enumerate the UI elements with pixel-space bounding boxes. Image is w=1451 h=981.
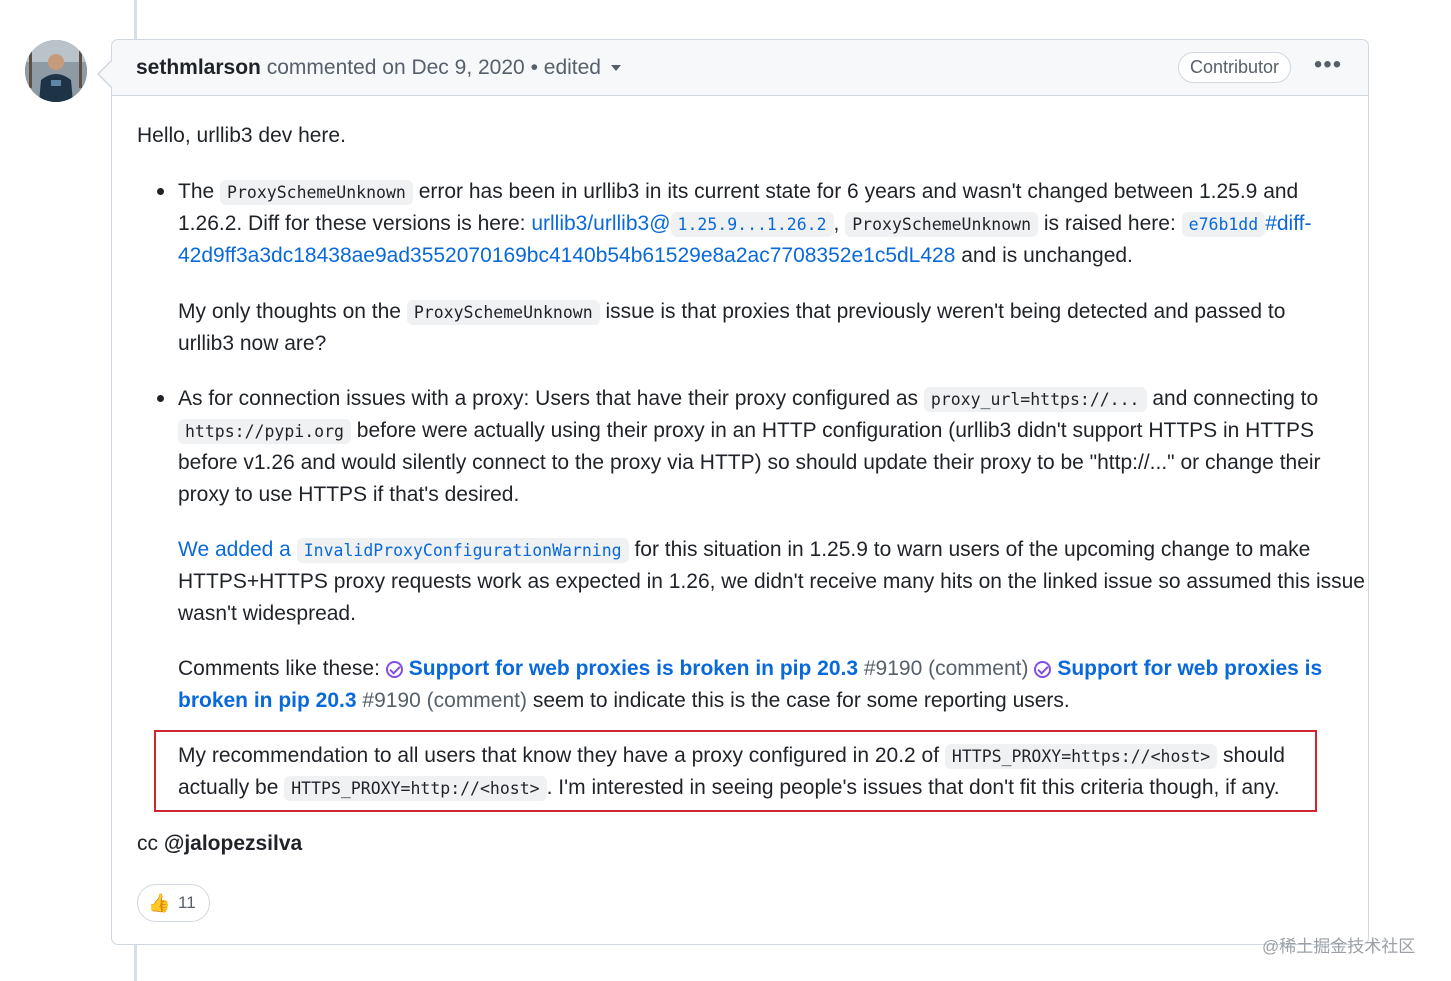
comment-header: sethmlarson commented on Dec 9, 2020 • e… [112, 40, 1368, 96]
text-span: error has been in urllib3 in its current… [418, 180, 1299, 203]
comment-meta: sethmlarson commented on Dec 9, 2020 • e… [136, 56, 621, 80]
compare-link-code[interactable]: 1.25.9...1.26.2 [670, 212, 834, 237]
user-mention[interactable]: @jalopezsilva [164, 832, 302, 855]
issue-comment-ref[interactable]: (comment) [928, 657, 1028, 680]
comment-action[interactable]: commented on Dec 9, 2020 [267, 56, 525, 79]
warning-link-code[interactable]: InvalidProxyConfigurationWarning [296, 538, 629, 563]
text-span: seem to indicate this is the case for so… [532, 689, 1070, 712]
recommendation-line2: actually be HTTPS_PROXY=http://<host>. I… [178, 772, 1280, 805]
text-span: . I'm interested in seeing people's issu… [546, 776, 1280, 799]
bullet2-para3-line2: broken in pip 20.3 #9190 (comment) seem … [178, 685, 1070, 717]
text-span: actually be [178, 776, 279, 799]
bullet2-line3: before v1.26 and would silently connect … [178, 451, 1321, 474]
inline-code: https://pypi.org [178, 419, 351, 444]
issue-link-continued[interactable]: broken in pip 20.3 [178, 689, 357, 712]
inline-code: HTTPS_PROXY=http://<host> [284, 776, 547, 801]
text-span: , [833, 212, 840, 235]
text-span: is raised here: [1043, 212, 1176, 235]
bullet1-para2-line1: My only thoughts on the ProxySchemeUnkno… [178, 296, 1285, 329]
bullet2-para2-line1: We added a InvalidProxyConfigurationWarn… [178, 534, 1310, 567]
bullet1-line2: 1.26.2. Diff for these versions is here:… [178, 208, 1312, 241]
edited-dropdown[interactable]: edited [544, 56, 601, 79]
contributor-badge: Contributor [1178, 52, 1292, 83]
text-span: 1.26.2. Diff for these versions is here: [178, 212, 526, 235]
commit-link[interactable]: e76b1dd [1181, 212, 1266, 237]
text-span: My recommendation to all users that know… [178, 744, 940, 767]
issue-comment-ref[interactable]: (comment) [427, 689, 527, 712]
bullet2-line2: https://pypi.org before were actually us… [178, 415, 1314, 448]
cc-line: cc @jalopezsilva [137, 828, 302, 860]
text-span: before were actually using their proxy i… [356, 419, 1315, 442]
separator-dot: • [530, 56, 538, 79]
inline-code: proxy_url=https://... [923, 387, 1147, 412]
recommendation-line1: My recommendation to all users that know… [178, 740, 1285, 773]
issue-link[interactable]: Support for web proxies is [1057, 657, 1322, 680]
bullet2-line1: As for connection issues with a proxy: U… [178, 383, 1318, 416]
diff-link-continued[interactable]: 42d9ff3a3dc18438ae9ad3552070169bc4140b54… [178, 244, 955, 267]
thumbs-up-reaction-button[interactable]: 👍 11 [137, 884, 210, 922]
text-span: Comments like these: [178, 657, 380, 680]
cc-label: cc [137, 832, 158, 855]
reaction-count: 11 [178, 893, 196, 912]
watermark-text: @稀土掘金技术社区 [1262, 937, 1416, 956]
avatar[interactable] [25, 40, 87, 102]
author-link[interactable]: sethmlarson [136, 56, 261, 79]
bullet1-para2-line2: urllib3 now are? [178, 332, 327, 355]
kebab-horizontal-icon[interactable]: ••• [1308, 52, 1348, 82]
greeting-text: Hello, urllib3 dev here. [137, 124, 346, 147]
text-span: My only thoughts on the [178, 300, 401, 323]
issue-closed-icon [385, 661, 403, 678]
bullet2-para2-line2: HTTPS+HTTPS proxy requests work as expec… [178, 570, 1365, 593]
text-span: and is unchanged. [961, 244, 1133, 267]
thumbs-up-icon: 👍 [148, 893, 171, 913]
bullet2-para2-line3: wasn't widespread. [178, 602, 356, 625]
diff-link[interactable]: #diff- [1265, 212, 1311, 235]
issue-link[interactable]: Support for web proxies is broken in pip… [409, 657, 858, 680]
bullet-marker [157, 188, 164, 195]
issue-number[interactable]: #9190 [864, 657, 922, 680]
compare-link[interactable]: urllib3/urllib3@ [531, 212, 670, 235]
inline-code: ProxySchemeUnknown [406, 300, 600, 325]
inline-code: ProxySchemeUnknown [220, 180, 413, 205]
text-span: and connecting to [1152, 387, 1319, 410]
inline-code: ProxySchemeUnknown [845, 212, 1039, 237]
inline-code: HTTPS_PROXY=https://<host> [944, 744, 1218, 769]
issue-number[interactable]: #9190 [362, 689, 420, 712]
text-span: for this situation in 1.25.9 to warn use… [634, 538, 1311, 561]
bullet2-line4: proxy to use HTTPS if that's desired. [178, 483, 520, 506]
issue-closed-icon [1034, 661, 1052, 678]
warning-link[interactable]: We added a [178, 538, 291, 561]
bullet1-line3: 42d9ff3a3dc18438ae9ad3552070169bc4140b54… [178, 240, 1133, 272]
text-span: should [1223, 744, 1285, 767]
avatar-image [25, 40, 87, 102]
text-span: issue is that proxies that previously we… [605, 300, 1286, 323]
chevron-down-icon[interactable] [610, 65, 621, 72]
bullet1-line1: The ProxySchemeUnknown error has been in… [178, 176, 1298, 209]
bullet2-para3-line1: Comments like these: Support for web pro… [178, 653, 1322, 685]
bullet-marker [157, 395, 164, 402]
text-span: As for connection issues with a proxy: U… [178, 387, 919, 410]
comment-pointer-fill [99, 61, 112, 87]
text-span: The [178, 180, 215, 203]
